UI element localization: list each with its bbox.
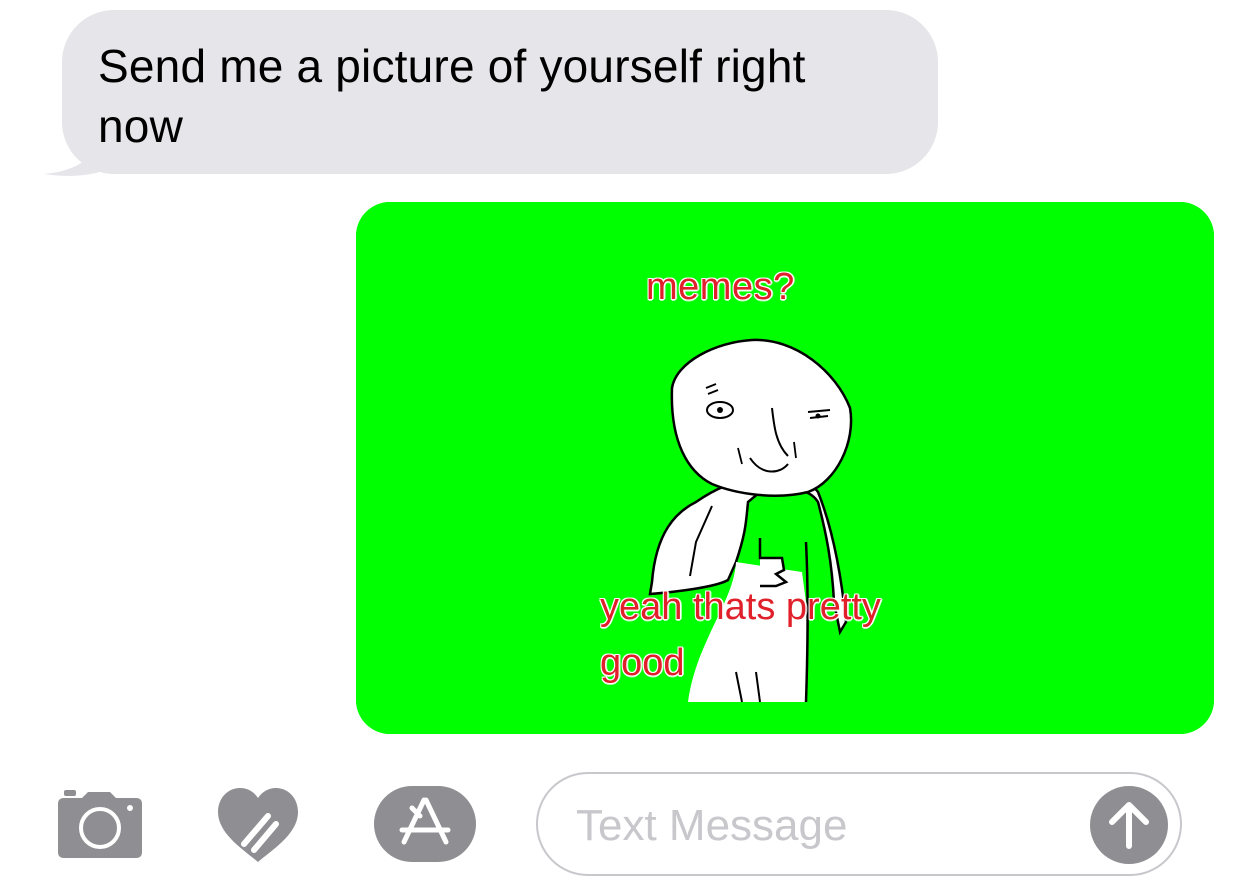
message-input-placeholder: Text Message [576, 801, 848, 850]
incoming-message-line-1: Send me a picture of yourself right [98, 40, 806, 92]
message-input-field[interactable]: Text Message [536, 772, 1182, 876]
app-store-icon[interactable] [374, 786, 476, 862]
incoming-message-bubble[interactable]: Send me a picture of yourself right now [62, 10, 938, 174]
messages-screen: Send me a picture of yourself right now [0, 0, 1242, 888]
send-button[interactable] [1090, 786, 1168, 864]
digital-touch-icon[interactable] [214, 786, 302, 864]
outgoing-image-message[interactable]: memes? yeah thats pretty good [356, 202, 1214, 734]
send-arrow-icon [1109, 802, 1149, 849]
meme-bottom-caption-line-2: good [600, 642, 685, 684]
meme-top-caption: memes? [646, 266, 795, 308]
incoming-message-line-2: now [98, 100, 183, 152]
meme-bottom-caption-line-1: yeah thats pretty [600, 586, 881, 628]
camera-icon[interactable] [56, 790, 142, 858]
